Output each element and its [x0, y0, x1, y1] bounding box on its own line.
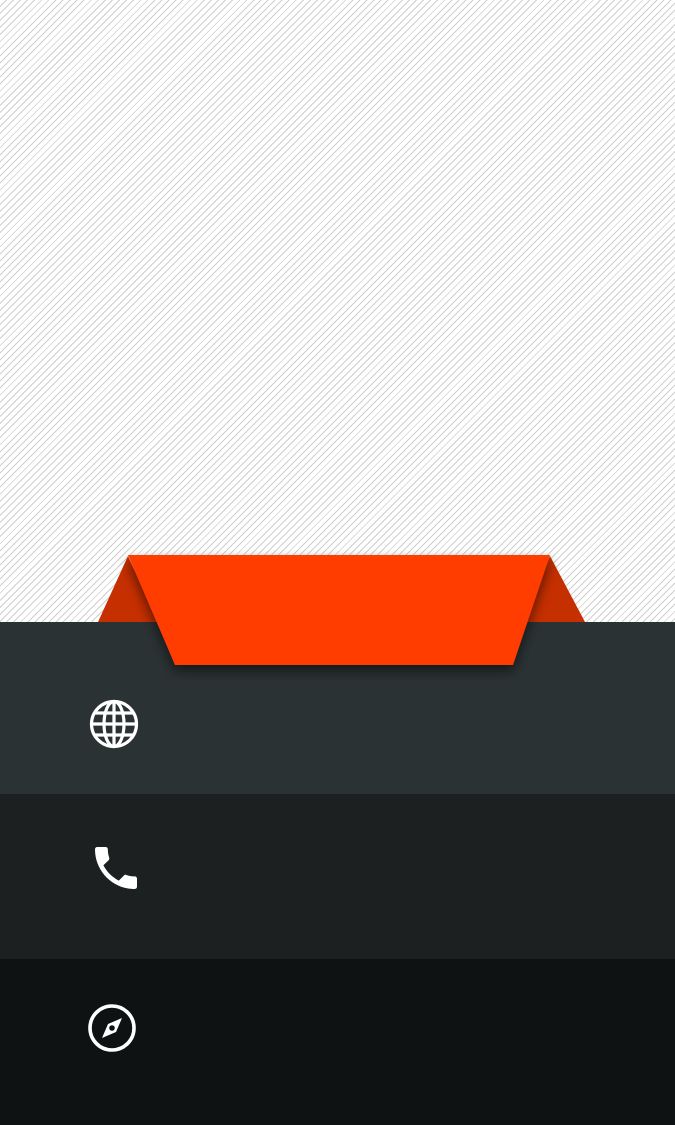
row-phone[interactable]: [0, 794, 675, 959]
phone-icon: [88, 840, 144, 896]
header-pattern: [0, 0, 675, 622]
compass-icon: [84, 1000, 140, 1056]
globe-icon: [86, 696, 142, 752]
row-directions[interactable]: [0, 959, 675, 1125]
ribbon-label: [175, 580, 513, 640]
row-website[interactable]: [0, 622, 675, 794]
